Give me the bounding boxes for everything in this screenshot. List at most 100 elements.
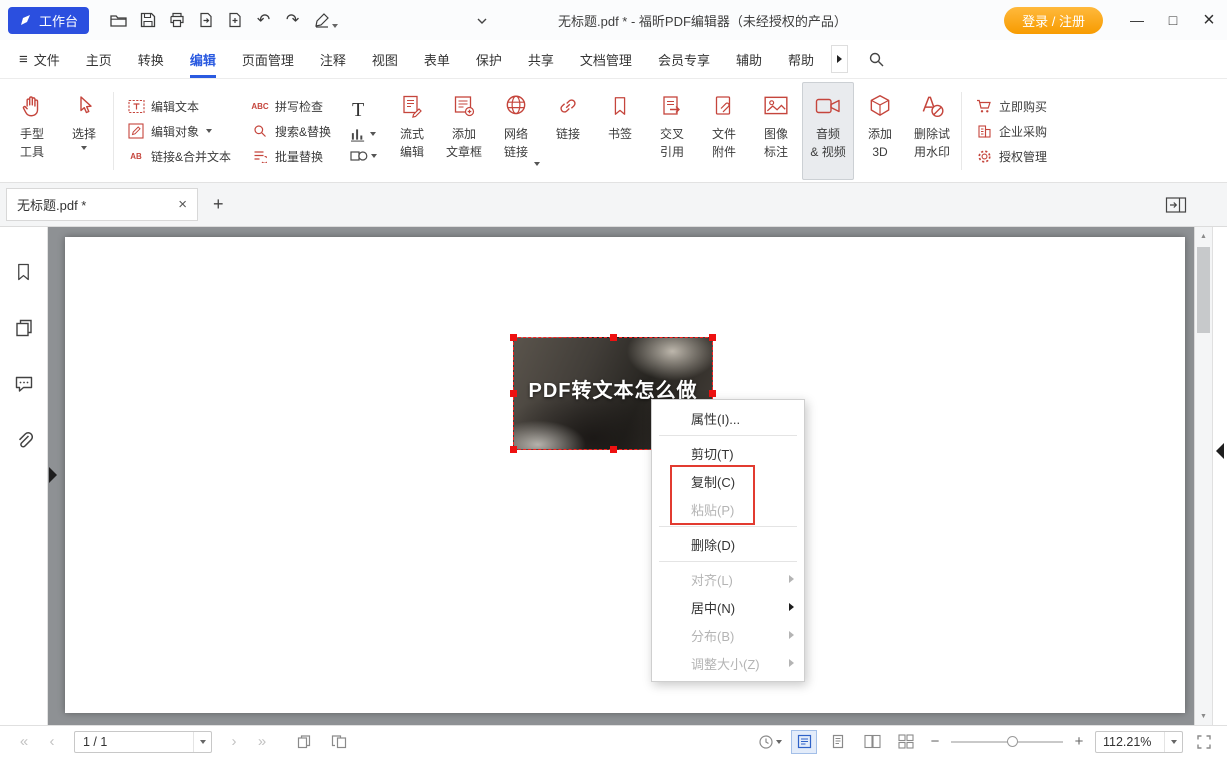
edit-text-button[interactable]: 编辑文本 — [127, 98, 231, 115]
zoom-dropdown-icon[interactable] — [1164, 732, 1182, 752]
scrollbar-thumb[interactable] — [1197, 247, 1210, 333]
flow-edit-button[interactable]: 流式 编辑 — [386, 82, 438, 180]
last-page-button[interactable]: » — [248, 733, 276, 750]
menu-delete[interactable]: 删除(D) — [652, 530, 804, 558]
menu-align[interactable]: 对齐(L) — [652, 565, 804, 593]
multi-page-view-icon[interactable] — [893, 730, 919, 754]
audio-video-button[interactable]: 音频 & 视频 — [802, 82, 854, 180]
sidebar-expand-handle[interactable] — [49, 467, 57, 483]
spell-check-button[interactable]: ABC 拼写检查 — [251, 98, 331, 115]
new-tab-button[interactable]: + — [213, 194, 224, 215]
bookmark-button[interactable]: 书签 — [594, 82, 646, 180]
image-annotation-button[interactable]: 图像 标注 — [750, 82, 802, 180]
open-file-icon[interactable] — [105, 7, 132, 34]
undo-icon[interactable]: ↶ — [250, 7, 277, 34]
menu-cut[interactable]: 剪切(T) — [652, 439, 804, 467]
resize-handle[interactable] — [510, 390, 517, 397]
select-tool-button[interactable]: 选择 — [58, 82, 110, 180]
cross-reference-button[interactable]: 交叉 引用 — [646, 82, 698, 180]
menu-center[interactable]: 居中(N) — [652, 593, 804, 621]
login-register-button[interactable]: 登录 / 注册 — [1004, 7, 1103, 34]
edit-object-button[interactable]: 编辑对象 — [127, 123, 231, 140]
add-3d-button[interactable]: 添加 3D — [854, 82, 906, 180]
menu-copy[interactable]: 复制(C) — [652, 467, 804, 495]
pages-panel-icon[interactable] — [12, 316, 36, 340]
zoom-in-button[interactable]: + — [1071, 733, 1087, 750]
menu-comment[interactable]: 注释 — [307, 40, 359, 78]
maximize-button[interactable]: □ — [1155, 0, 1191, 40]
panel-toggle-icon[interactable] — [1163, 192, 1189, 218]
redo-icon[interactable]: ↷ — [279, 7, 306, 34]
page-dropdown-icon[interactable] — [193, 732, 211, 752]
zoom-slider[interactable] — [951, 732, 1063, 752]
menu-protect[interactable]: 保护 — [463, 40, 515, 78]
chart-tool[interactable] — [350, 127, 376, 142]
vertical-scrollbar[interactable]: ▲ ▼ — [1194, 227, 1212, 725]
menu-accessibility[interactable]: 辅助 — [723, 40, 775, 78]
menu-view[interactable]: 视图 — [359, 40, 411, 78]
resize-handle[interactable] — [709, 334, 716, 341]
attachments-panel-icon[interactable] — [12, 428, 36, 452]
menu-paste[interactable]: 粘贴(P) — [652, 495, 804, 523]
collapse-ribbon-icon[interactable] — [470, 9, 494, 33]
link-button[interactable]: 链接 — [542, 82, 594, 180]
resize-handle[interactable] — [510, 334, 517, 341]
next-view-icon[interactable] — [326, 730, 352, 754]
comments-panel-icon[interactable] — [12, 372, 36, 396]
add-article-box-button[interactable]: 添加 文章框 — [438, 82, 490, 180]
resize-handle[interactable] — [510, 446, 517, 453]
menu-edit[interactable]: 编辑 — [177, 40, 229, 78]
scroll-down-icon[interactable]: ▼ — [1195, 709, 1212, 723]
enterprise-purchase-button[interactable]: 企业采购 — [975, 123, 1047, 140]
shape-tool[interactable] — [350, 149, 377, 163]
menu-distribute[interactable]: 分布(B) — [652, 621, 804, 649]
more-tabs-icon[interactable] — [831, 45, 848, 73]
facing-page-view-icon[interactable] — [859, 730, 885, 754]
print-icon[interactable] — [163, 7, 190, 34]
page-number-box[interactable]: 1 / 1 — [74, 731, 212, 753]
menu-doc-manage[interactable]: 文档管理 — [567, 40, 645, 78]
menu-help[interactable]: 帮助 — [775, 40, 827, 78]
menu-share[interactable]: 共享 — [515, 40, 567, 78]
search-replace-button[interactable]: 搜索&替换 — [251, 123, 331, 140]
file-attachment-button[interactable]: 文件 附件 — [698, 82, 750, 180]
menu-file[interactable]: ≡ 文件 — [6, 40, 73, 78]
bookmarks-panel-icon[interactable] — [12, 260, 36, 284]
menu-home[interactable]: 主页 — [73, 40, 125, 78]
menu-form[interactable]: 表单 — [411, 40, 463, 78]
add-text-tool[interactable]: T — [350, 100, 364, 120]
new-document-icon[interactable] — [221, 7, 248, 34]
pdf-page[interactable]: PDF转文本怎么做 — [65, 237, 1185, 713]
batch-replace-button[interactable]: 批量替换 — [251, 148, 331, 165]
menu-properties[interactable]: 属性(I)... — [652, 404, 804, 432]
resize-handle[interactable] — [709, 390, 716, 397]
search-icon[interactable] — [868, 51, 885, 68]
prev-page-button[interactable]: ‹ — [38, 733, 66, 750]
resize-handle[interactable] — [610, 334, 617, 341]
minimize-button[interactable]: — — [1119, 0, 1155, 40]
menu-resize[interactable]: 调整大小(Z) — [652, 649, 804, 677]
menu-page-manage[interactable]: 页面管理 — [229, 40, 307, 78]
license-manage-button[interactable]: 授权管理 — [975, 148, 1047, 165]
first-page-button[interactable]: « — [10, 733, 38, 750]
reading-mode-icon[interactable] — [791, 730, 817, 754]
fullscreen-icon[interactable] — [1191, 730, 1217, 754]
save-icon[interactable] — [134, 7, 161, 34]
web-link-button[interactable]: 网络 链接 — [490, 82, 542, 180]
document-area[interactable]: PDF转文本怎么做 属性(I)... 剪切(T) 复制(C) 粘贴(P) 删除(… — [48, 227, 1212, 725]
remove-trial-watermark-button[interactable]: 删除试 用水印 — [906, 82, 958, 180]
zoom-slider-handle[interactable] — [1007, 736, 1018, 747]
workspace-button[interactable]: 工作台 — [8, 7, 89, 34]
hand-tool-button[interactable]: 手型 工具 — [6, 82, 58, 180]
zoom-level-box[interactable]: 112.21% — [1095, 731, 1183, 753]
link-join-text-button[interactable]: AB 链接&合并文本 — [127, 148, 231, 165]
resize-handle[interactable] — [610, 446, 617, 453]
document-tab[interactable]: 无标题.pdf * × — [6, 188, 198, 221]
scroll-up-icon[interactable]: ▲ — [1195, 229, 1212, 243]
tab-close-icon[interactable]: × — [172, 196, 187, 213]
close-button[interactable]: × — [1191, 0, 1227, 40]
menu-member[interactable]: 会员专享 — [645, 40, 723, 78]
zoom-out-button[interactable]: − — [927, 733, 943, 750]
sign-tool-icon[interactable] — [308, 7, 335, 34]
buy-now-button[interactable]: 立即购买 — [975, 98, 1047, 115]
